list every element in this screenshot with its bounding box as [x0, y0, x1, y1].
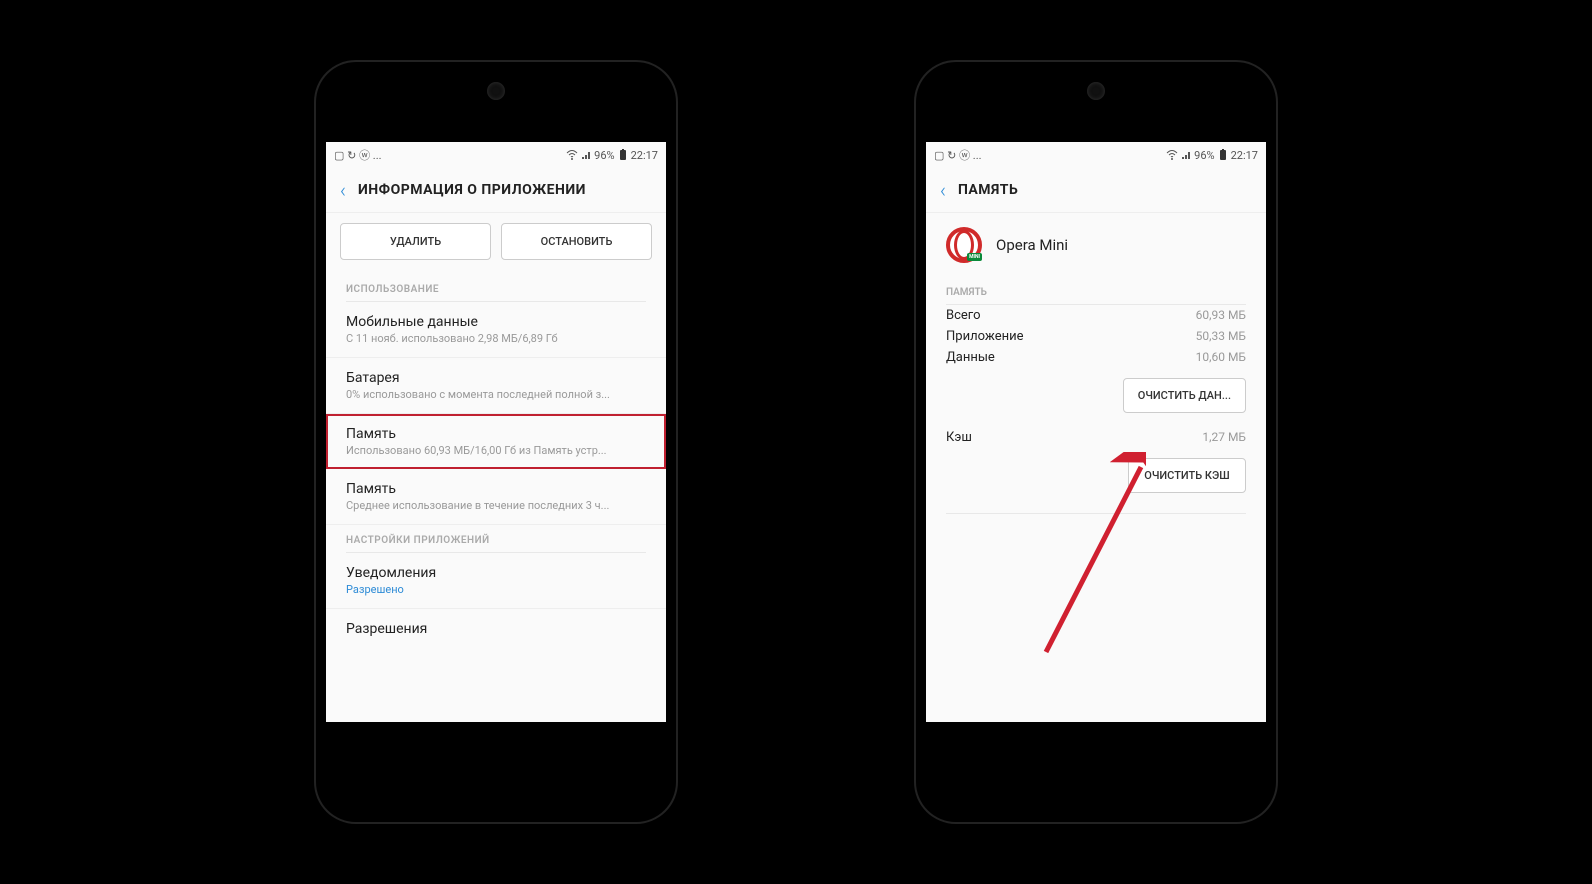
memory-title: Память [346, 481, 646, 497]
app-row: Приложение 50,33 МБ [926, 326, 1266, 347]
memory-item[interactable]: Память Среднее использование в течение п… [326, 469, 666, 525]
data-value: 10,60 МБ [1196, 350, 1246, 365]
signal-icon [1181, 150, 1191, 160]
header-title: ПАМЯТЬ [958, 182, 1018, 198]
total-label: Всего [946, 308, 981, 323]
phone-frame-right: ▢ ↻ ⓦ ... 96% 22:17 ‹ ПАМЯТЬ MINI Opera … [916, 62, 1276, 822]
back-icon[interactable]: ‹ [340, 178, 346, 202]
cache-label: Кэш [946, 430, 972, 445]
status-icons-text: ▢ ↻ ⓦ ... [934, 147, 982, 163]
memory-sub: Среднее использование в течение последни… [346, 499, 646, 512]
opera-mini-icon: MINI [946, 227, 982, 263]
phone-screen-left: ▢ ↻ ⓦ ... 96% 22:17 ‹ ИНФОРМАЦИЯ О ПРИЛО… [326, 142, 666, 722]
clear-data-row: ОЧИСТИТЬ ДАН... [926, 368, 1266, 427]
content-area[interactable]: УДАЛИТЬ ОСТАНОВИТЬ ИСПОЛЬЗОВАНИЕ Мобильн… [326, 213, 666, 722]
status-right: 96% 22:17 [566, 149, 658, 162]
action-buttons-row: УДАЛИТЬ ОСТАНОВИТЬ [326, 213, 666, 274]
status-right: 96% 22:17 [1166, 149, 1258, 162]
permissions-title: Разрешения [346, 621, 646, 637]
cache-value: 1,27 МБ [1202, 430, 1246, 445]
wifi-icon [1166, 150, 1178, 160]
mobile-data-sub: С 11 нояб. использовано 2,98 МБ/6,89 Гб [346, 332, 646, 345]
status-left-icons: ▢ ↻ ⓦ ... [334, 147, 382, 163]
battery-title: Батарея [346, 370, 646, 386]
signal-icon [581, 150, 591, 160]
status-bar: ▢ ↻ ⓦ ... 96% 22:17 [926, 142, 1266, 168]
usage-section-label: ИСПОЛЬЗОВАНИЕ [346, 274, 646, 302]
battery-sub: 0% использовано с момента последней полн… [346, 388, 646, 401]
divider [946, 513, 1246, 514]
delete-button[interactable]: УДАЛИТЬ [340, 223, 491, 260]
battery-icon [618, 149, 628, 161]
notifications-title: Уведомления [346, 565, 646, 581]
wifi-icon [566, 150, 578, 160]
storage-title: Память [346, 426, 646, 442]
data-label: Данные [946, 350, 995, 365]
phone-camera [487, 82, 505, 100]
notifications-item[interactable]: Уведомления Разрешено [326, 553, 666, 609]
battery-percent: 96% [1194, 149, 1214, 162]
clear-data-button[interactable]: ОЧИСТИТЬ ДАН... [1123, 378, 1246, 413]
app-info-row: MINI Opera Mini [926, 213, 1266, 281]
opera-mini-badge: MINI [967, 253, 982, 261]
permissions-item[interactable]: Разрешения [326, 609, 666, 651]
clear-cache-row: ОЧИСТИТЬ КЭШ [926, 448, 1266, 507]
app-name-label: Opera Mini [996, 236, 1068, 254]
app-label: Приложение [946, 329, 1024, 344]
status-icons-text: ▢ ↻ ⓦ ... [334, 147, 382, 163]
mobile-data-title: Мобильные данные [346, 314, 646, 330]
status-time: 22:17 [1231, 149, 1258, 162]
battery-item[interactable]: Батарея 0% использовано с момента послед… [326, 358, 666, 414]
phone-camera [1087, 82, 1105, 100]
cache-row: Кэш 1,27 МБ [926, 427, 1266, 448]
status-time: 22:17 [631, 149, 658, 162]
phone-frame-left: ▢ ↻ ⓦ ... 96% 22:17 ‹ ИНФОРМАЦИЯ О ПРИЛО… [316, 62, 676, 822]
storage-item-highlighted[interactable]: Память Использовано 60,93 МБ/16,00 Гб из… [326, 414, 666, 469]
stop-button[interactable]: ОСТАНОВИТЬ [501, 223, 652, 260]
app-value: 50,33 МБ [1196, 329, 1246, 344]
memory-section-label: ПАМЯТЬ [946, 281, 1246, 305]
phone-screen-right: ▢ ↻ ⓦ ... 96% 22:17 ‹ ПАМЯТЬ MINI Opera … [926, 142, 1266, 722]
content-area[interactable]: MINI Opera Mini ПАМЯТЬ Всего 60,93 МБ Пр… [926, 213, 1266, 722]
back-icon[interactable]: ‹ [940, 178, 946, 202]
status-left-icons: ▢ ↻ ⓦ ... [934, 147, 982, 163]
notifications-sub: Разрешено [346, 583, 646, 596]
battery-percent: 96% [594, 149, 614, 162]
storage-sub: Использовано 60,93 МБ/16,00 Гб из Память… [346, 444, 646, 457]
status-bar: ▢ ↻ ⓦ ... 96% 22:17 [326, 142, 666, 168]
app-header: ‹ ПАМЯТЬ [926, 168, 1266, 213]
header-title: ИНФОРМАЦИЯ О ПРИЛОЖЕНИИ [358, 182, 586, 198]
total-value: 60,93 МБ [1196, 308, 1246, 323]
app-header: ‹ ИНФОРМАЦИЯ О ПРИЛОЖЕНИИ [326, 168, 666, 213]
mobile-data-item[interactable]: Мобильные данные С 11 нояб. использовано… [326, 302, 666, 358]
battery-icon [1218, 149, 1228, 161]
app-settings-label: НАСТРОЙКИ ПРИЛОЖЕНИЙ [346, 525, 646, 553]
clear-cache-button[interactable]: ОЧИСТИТЬ КЭШ [1128, 458, 1246, 493]
data-row: Данные 10,60 МБ [926, 347, 1266, 368]
total-row: Всего 60,93 МБ [926, 305, 1266, 326]
